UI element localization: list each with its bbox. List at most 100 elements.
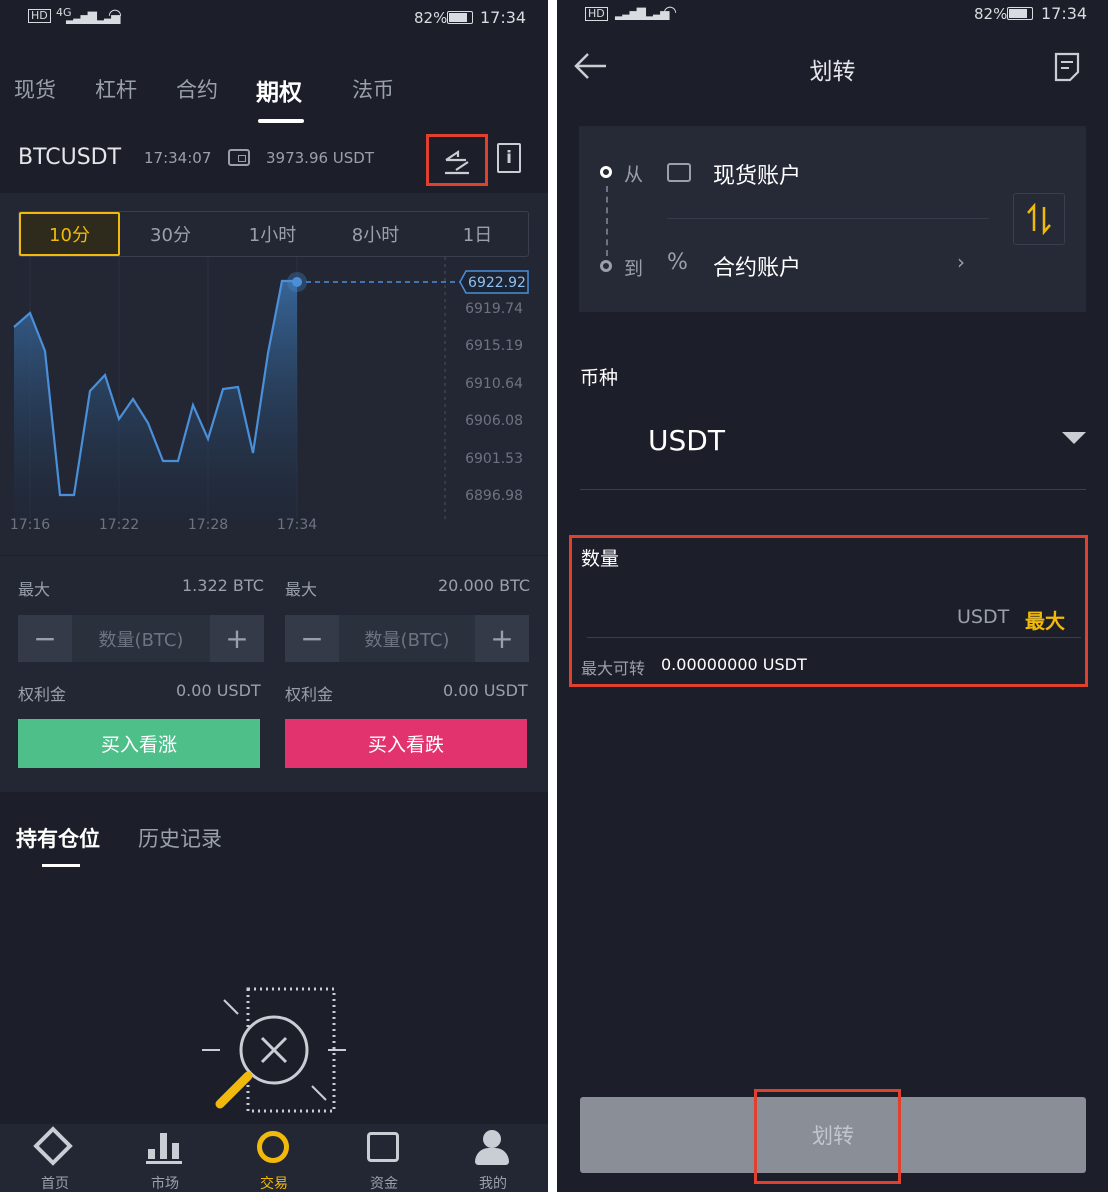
interval-10m[interactable]: 10分 [19, 212, 120, 256]
account-selector-card: 从 到 现货账户 % 合约账户 › [579, 126, 1086, 312]
nav-market-label: 市场 [151, 1176, 179, 1192]
max-transfer-value: 0.00000000 USDT [661, 655, 807, 674]
chevron-right-icon: › [957, 250, 965, 274]
active-tab-indicator [258, 119, 304, 123]
connector-line [606, 186, 608, 256]
put-plus-button[interactable]: + [475, 615, 529, 662]
x-tick: 17:16 [10, 517, 50, 533]
clock: 17:34 [480, 8, 527, 27]
options-trading-screen: HD 4G ▂▃▅▇ ▂▃▅ ◠ 82% 17:34 现货 杠杆 合约 期权 法… [0, 0, 548, 1192]
interval-8h[interactable]: 8小时 [325, 212, 426, 256]
last-price-dot [292, 277, 302, 287]
max-transfer-label: 最大可转 [581, 659, 646, 678]
to-dot-icon [600, 260, 612, 272]
y-tick: 6915.19 [465, 338, 523, 354]
wifi-icon: ◠ [108, 5, 122, 24]
wallet-icon [667, 163, 691, 182]
swap-icon [1027, 203, 1051, 235]
y-tick: 6896.98 [465, 488, 523, 504]
battery-icon [447, 11, 473, 24]
hd-icon: HD [28, 9, 51, 23]
from-account-row[interactable]: 现货账户 [667, 146, 987, 202]
nav-trade-label: 交易 [260, 1176, 288, 1192]
battery-percent: 82% [414, 9, 448, 27]
amount-section: 数量 USDT 最大 最大可转 0.00000000 USDT [569, 535, 1088, 687]
call-max-label: 最大 [18, 580, 51, 599]
wallet-icon [228, 149, 250, 166]
call-max-value: 1.322 BTC [182, 576, 264, 595]
nav-profile[interactable]: 我的 [448, 1124, 538, 1192]
home-logo-icon [33, 1126, 73, 1166]
wifi-icon: ◠ [663, 2, 677, 21]
tab-spot[interactable]: 现货 [14, 74, 56, 104]
server-time: 17:34:07 [144, 149, 212, 167]
currency-select[interactable]: USDT [580, 400, 1086, 490]
put-minus-button[interactable]: − [285, 615, 339, 662]
y-tick: 6906.08 [465, 413, 523, 429]
call-premium-label: 权利金 [18, 685, 67, 704]
signal-bars-icon: ▂▃▅▇ ▂▃▅ [615, 6, 669, 20]
swap-accounts-button[interactable] [1013, 193, 1065, 245]
call-plus-button[interactable]: + [210, 615, 264, 662]
nav-market[interactable]: 市场 [120, 1124, 210, 1192]
nav-home[interactable]: 首页 [10, 1124, 100, 1192]
call-quantity-input[interactable]: 数量(BTC) [74, 615, 208, 662]
amount-label: 数量 [581, 548, 620, 570]
submit-highlight-box [754, 1089, 901, 1184]
y-tick: 6910.64 [465, 376, 523, 392]
from-account: 现货账户 [713, 164, 802, 189]
transfer-icon [445, 149, 469, 175]
info-icon[interactable]: i [497, 143, 521, 173]
percent-icon: % [667, 250, 688, 275]
record-icon[interactable] [1054, 52, 1080, 82]
transfer-button[interactable] [426, 134, 488, 186]
tab-margin[interactable]: 杠杆 [95, 74, 137, 104]
tab-futures[interactable]: 合约 [176, 74, 218, 104]
trade-icon [257, 1131, 289, 1163]
to-label: 到 [624, 258, 644, 280]
nav-trade[interactable]: 交易 [229, 1124, 319, 1192]
user-icon [483, 1130, 501, 1148]
tab-open-positions[interactable]: 持有仓位 [16, 823, 100, 853]
nav-funds[interactable]: 资金 [339, 1124, 429, 1192]
put-premium-label: 权利金 [285, 685, 334, 704]
call-minus-button[interactable]: − [18, 615, 72, 662]
chart-panel: 10分 30分 1小时 8小时 1日 6922.92 6919.74 6915.… [0, 193, 548, 555]
amount-input[interactable]: USDT 最大 [587, 588, 1081, 638]
nav-profile-label: 我的 [479, 1176, 507, 1192]
buy-put-button[interactable]: 买入看跌 [285, 719, 527, 768]
battery-icon [1007, 7, 1033, 20]
tab-options[interactable]: 期权 [256, 73, 302, 107]
interval-1h[interactable]: 1小时 [222, 212, 323, 256]
to-account-row[interactable]: % 合约账户 › [667, 238, 987, 294]
hd-icon: HD [585, 7, 608, 21]
put-max-value: 20.000 BTC [438, 576, 531, 595]
tab-fiat[interactable]: 法币 [352, 74, 394, 104]
y-tick: 6919.74 [465, 301, 523, 317]
empty-state-icon [202, 987, 346, 1113]
symbol-name[interactable]: BTCUSDT [18, 145, 121, 170]
tab-history[interactable]: 历史记录 [138, 823, 222, 853]
x-tick: 17:28 [188, 517, 228, 533]
call-quantity-stepper: − 数量(BTC) + [18, 615, 264, 662]
transfer-screen: HD ▂▃▅▇ ▂▃▅ ◠ 82% 17:34 划转 从 到 现货账户 % 合约… [557, 0, 1108, 1192]
buy-call-button[interactable]: 买入看涨 [18, 719, 260, 768]
wallet-nav-icon [367, 1132, 399, 1162]
put-quantity-input[interactable]: 数量(BTC) [341, 615, 473, 662]
interval-1d[interactable]: 1日 [427, 212, 528, 256]
positions-tab-indicator [42, 864, 80, 867]
y-tick: 6901.53 [465, 451, 523, 467]
clock: 17:34 [1041, 4, 1088, 23]
x-tick: 17:22 [99, 517, 139, 533]
amount-unit: USDT [957, 606, 1010, 628]
max-button[interactable]: 最大 [1025, 605, 1065, 634]
page-title: 划转 [809, 59, 856, 85]
order-panel: 最大 1.322 BTC − 数量(BTC) + 权利金 0.00 USDT 买… [0, 556, 548, 792]
bottom-nav: 首页 市场 交易 资金 我的 [0, 1124, 548, 1192]
from-label: 从 [624, 164, 644, 186]
wallet-balance: 3973.96 USDT [266, 149, 375, 167]
interval-30m[interactable]: 30分 [120, 212, 221, 256]
user-body-icon [475, 1148, 509, 1165]
from-dot-icon [600, 166, 612, 178]
market-type-tabs: 现货 杠杆 合约 期权 法币 [0, 60, 548, 130]
